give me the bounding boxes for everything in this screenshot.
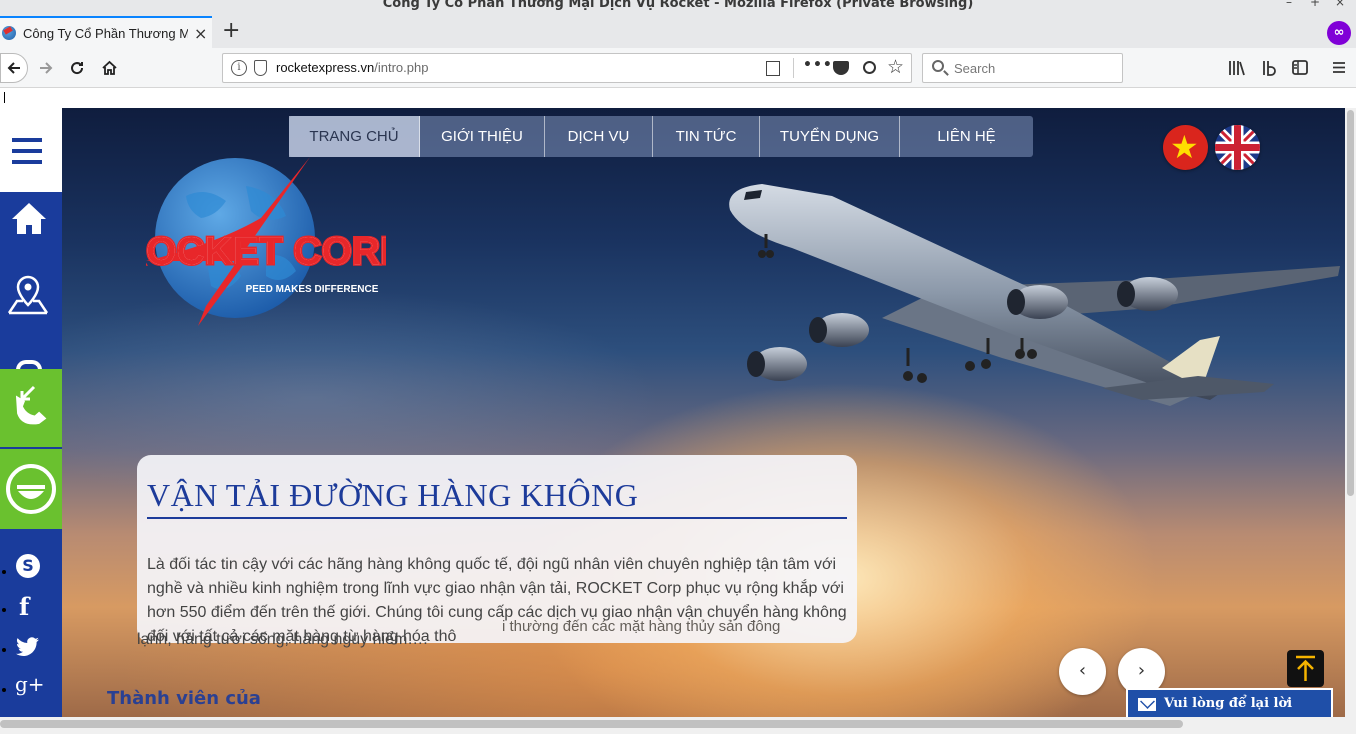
list-bullet — [2, 688, 6, 692]
container-icon[interactable] — [1262, 60, 1276, 76]
url-text[interactable]: rocketexpress.vn/intro.php — [276, 60, 428, 75]
airplane-image — [729, 184, 1340, 406]
vertical-scroll-thumb[interactable] — [1347, 110, 1354, 496]
maximize-button[interactable]: + — [1310, 0, 1320, 9]
url-separator — [793, 58, 794, 78]
home-icon — [101, 60, 117, 75]
private-browsing-icon: ∞ — [1327, 21, 1351, 45]
nav-item-about[interactable]: GIỚI THIỆU — [420, 116, 545, 157]
vertical-scrollbar[interactable] — [1345, 108, 1356, 717]
flag-uk-icon[interactable] — [1215, 125, 1260, 170]
sidebar-icon[interactable] — [1292, 60, 1308, 75]
horizontal-scrollbar[interactable] — [0, 717, 1356, 734]
home-icon[interactable] — [10, 200, 48, 238]
facebook-icon[interactable]: f — [19, 592, 29, 621]
reload-icon — [71, 62, 84, 75]
menu-icon[interactable] — [1332, 61, 1346, 74]
main-nav: TRANG CHỦ GIỚI THIỆU DỊCH VỤ TIN TỨC TUY… — [289, 116, 1033, 157]
search-bar[interactable]: Search — [922, 53, 1123, 83]
slide-title: VẬN TẢI ĐƯỜNG HÀNG KHÔNG — [147, 477, 639, 513]
union-jack-icon — [1215, 125, 1260, 170]
logo-tagline: PEED MAKES DIFFERENCE — [246, 284, 379, 295]
menu-icon-bar — [12, 160, 42, 164]
nav-item-news[interactable]: TIN TỨC — [653, 116, 760, 157]
hero-slider: ROCKET CORP ROCKET CORP PEED MAKES DIFFE… — [62, 108, 1345, 717]
bookmark-star-icon[interactable]: ☆ — [887, 56, 904, 78]
browser-tab[interactable]: Công Ty Cổ Phần Thương Mại Dịch Vụ Rocke… — [0, 16, 212, 48]
envelope-icon — [1138, 698, 1156, 711]
list-bullet — [2, 648, 6, 652]
minimize-button[interactable]: – — [1286, 0, 1292, 9]
phone-contact-button[interactable] — [0, 369, 62, 447]
sync-icon[interactable] — [863, 61, 876, 74]
arrow-up-icon — [1296, 655, 1315, 681]
back-button[interactable] — [0, 53, 28, 83]
title-underline — [147, 517, 847, 519]
forward-button[interactable] — [32, 54, 60, 82]
back-arrow-icon — [7, 62, 20, 74]
pocket-icon[interactable] — [833, 61, 849, 75]
sidebar-menu-button[interactable] — [0, 108, 62, 192]
leave-message-widget[interactable]: Vui lòng để lại lời nhắn — [1126, 688, 1333, 739]
back-to-top-button[interactable] — [1287, 650, 1324, 687]
library-icon[interactable] — [1228, 60, 1246, 76]
sticky-sidebar: S f g+ — [0, 108, 62, 717]
nav-item-services[interactable]: DỊCH VỤ — [545, 116, 653, 157]
tab-strip: Công Ty Cổ Phần Thương Mại Dịch Vụ Rocke… — [0, 14, 1356, 48]
slide-caption: VẬN TẢI ĐƯỜNG HÀNG KHÔNG Là đối tác tin … — [137, 455, 857, 645]
chat-contact-button[interactable] — [0, 449, 62, 529]
menu-icon — [12, 138, 42, 142]
flag-vietnam-icon[interactable]: ★ — [1163, 125, 1208, 170]
reload-button[interactable] — [63, 54, 91, 82]
home-button[interactable] — [95, 54, 123, 82]
site-info-icon[interactable]: i — [231, 60, 247, 76]
slide-body-tail: lạnh, hàng tươi sống, hàng nguy hiểm…. — [137, 631, 428, 648]
close-window-button[interactable]: × — [1335, 0, 1345, 9]
logo-wordmark-fill: ROCKET CORP — [146, 230, 386, 273]
reader-view-icon[interactable] — [766, 61, 780, 76]
map-pin-icon[interactable] — [7, 273, 49, 317]
tracking-protection-icon[interactable] — [254, 60, 267, 76]
site-favicon-icon — [2, 26, 16, 40]
page-actions-button[interactable]: ••• — [803, 57, 833, 73]
nav-item-careers[interactable]: TUYỂN DỤNG — [760, 116, 900, 157]
close-tab-icon[interactable]: × — [194, 24, 207, 43]
text-cursor — [4, 92, 5, 103]
nav-item-contact[interactable]: LIÊN HỆ — [900, 116, 1033, 157]
member-of-label: Thành viên của — [107, 688, 261, 709]
twitter-icon[interactable] — [16, 637, 40, 657]
skype-icon[interactable]: S — [16, 554, 40, 578]
list-bullet — [2, 608, 6, 612]
tab-title: Công Ty Cổ Phần Thương Mại Dịch Vụ Rocke… — [23, 25, 188, 41]
rocket-corp-logo: ROCKET CORP ROCKET CORP PEED MAKES DIFFE… — [146, 157, 386, 326]
search-icon — [932, 60, 944, 72]
url-bar[interactable]: i rocketexpress.vn/intro.php ••• ☆ — [222, 53, 912, 83]
forward-arrow-icon — [40, 62, 53, 74]
slide-body-overflow: i thường đến các mặt hàng thủy sản đông — [502, 618, 781, 635]
nav-item-home[interactable]: TRANG CHỦ — [289, 116, 420, 157]
menu-icon-bar — [12, 149, 42, 153]
new-tab-button[interactable]: + — [222, 18, 240, 43]
window-title: Công Ty Cổ Phần Thương Mại Dịch Vụ Rocke… — [382, 0, 974, 11]
list-bullet — [2, 570, 6, 574]
phone-icon — [15, 385, 47, 425]
window-titlebar: Công Ty Cổ Phần Thương Mại Dịch Vụ Rocke… — [0, 0, 1356, 14]
search-placeholder: Search — [954, 61, 996, 76]
google-plus-icon[interactable]: g+ — [15, 672, 45, 696]
horizontal-scroll-thumb[interactable] — [0, 720, 1183, 728]
slider-prev-button[interactable]: ‹ — [1059, 648, 1106, 695]
navigation-toolbar: i rocketexpress.vn/intro.php ••• ☆ Searc… — [0, 48, 1356, 88]
chat-icon — [6, 464, 56, 514]
